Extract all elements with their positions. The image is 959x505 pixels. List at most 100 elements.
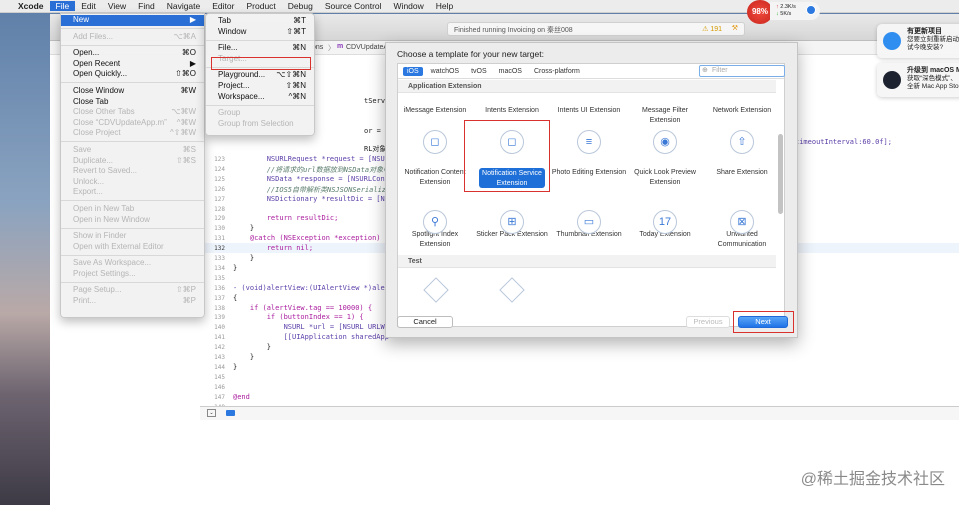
template-spotlight-index-extension[interactable]: Spotlight Index Extension ⚲: [397, 210, 473, 250]
dialog-title: Choose a template for your new target:: [397, 49, 544, 59]
menu-item-open-quickly[interactable]: Open Quickly... ⇧⌘O: [61, 69, 204, 80]
code-line: @end: [233, 392, 250, 401]
menu-item-open-in-new-window[interactable]: Open in New Window: [61, 215, 204, 226]
menu-item-new[interactable]: New ▶: [61, 15, 204, 26]
menu-xcode[interactable]: Xcode: [12, 1, 50, 11]
template-share-extension[interactable]: Share Extension⇧: [704, 168, 780, 188]
menu-item-file[interactable]: File... ⌘N: [206, 43, 314, 54]
menu-item-project-settings[interactable]: Project Settings...: [61, 269, 204, 280]
menu-item-label: Open with External Editor: [73, 241, 164, 251]
tab-macos[interactable]: macOS: [495, 67, 526, 76]
macos-icon: [883, 71, 901, 89]
template-photo-editing-extension[interactable]: Photo Editing Extension☰: [551, 168, 627, 188]
line-number: 139: [214, 314, 225, 322]
template-unwanted-communication[interactable]: Unwanted Communication ⊠: [704, 210, 780, 250]
menu-item-save-as-workspace[interactable]: Save As Workspace...: [61, 258, 204, 269]
template-today-extension[interactable]: Today Extension 17: [627, 210, 703, 250]
tab-ios[interactable]: iOS: [403, 66, 423, 76]
menu-item-label: Unlock...: [73, 176, 105, 186]
hide-debug-icon[interactable]: ⌄: [207, 409, 216, 417]
menu-edit[interactable]: Edit: [75, 1, 102, 11]
menu-source-control[interactable]: Source Control: [319, 1, 388, 11]
menu-item-playground[interactable]: Playground... ⌥⇧⌘N: [206, 70, 314, 81]
menu-window[interactable]: Window: [388, 1, 430, 11]
template-sticker-pack-extension[interactable]: Sticker Pack Extension ⊞: [474, 210, 550, 250]
menu-item-save[interactable]: Save ⌘S: [61, 145, 204, 156]
notification-update[interactable]: 有更新项目 您要立刻重新启动 试今晚安装?: [877, 24, 959, 58]
cancel-button[interactable]: Cancel: [397, 316, 453, 328]
menu-item-label: Revert to Saved...: [73, 166, 138, 176]
menu-item-label: Close Tab: [73, 96, 109, 106]
template-label: Share Extension: [716, 169, 768, 176]
tab-cross-platform[interactable]: Cross-platform: [530, 67, 584, 76]
menu-item-close-other-tabs[interactable]: Close Other Tabs ⌥⌘W: [61, 107, 204, 118]
template-intents-ui-extension[interactable]: Intents UI Extension ≡: [551, 106, 627, 158]
code-line: NSURLRequest *request = [NSUR: [233, 155, 389, 163]
menu-item-label: Project Settings...: [73, 268, 136, 278]
menu-item-open-in-new-tab[interactable]: Open in New Tab: [61, 204, 204, 215]
warning-count[interactable]: ⚠ 191: [702, 25, 722, 33]
menu-item-close-window[interactable]: Close Window ⌘W: [61, 86, 204, 97]
scrollbar[interactable]: [778, 134, 783, 214]
menu-product[interactable]: Product: [240, 1, 281, 11]
menu-item-close-project[interactable]: Close Project ^⇧⌘W: [61, 128, 204, 139]
tab-watchos[interactable]: watchOS: [427, 67, 463, 76]
highlight-box: [464, 120, 550, 192]
menu-help[interactable]: Help: [430, 1, 459, 11]
menu-item-export[interactable]: Export...: [61, 187, 204, 198]
menu-item-tab[interactable]: Tab ⌘T: [206, 16, 314, 27]
template-quick-look-preview-extension[interactable]: Quick Look Preview Extension◉: [627, 168, 703, 188]
code-line: }: [233, 263, 238, 272]
app-store-icon: [883, 32, 901, 50]
template-network-extension[interactable]: Network Extension ⇧: [704, 106, 780, 158]
ui-test-icon[interactable]: [423, 277, 449, 303]
template-thumbnail-extension[interactable]: Thumbnail Extension ▭: [551, 210, 627, 250]
menu-item-shortcut: ⌘P: [182, 296, 196, 306]
menu-item-print[interactable]: Print... ⌘P: [61, 296, 204, 307]
menu-item-workspace[interactable]: Workspace... ^⌘N: [206, 92, 314, 103]
menu-item-duplicate[interactable]: Duplicate... ⇧⌘S: [61, 156, 204, 167]
menu-item-close-tab[interactable]: Close Tab: [61, 97, 204, 108]
line-number: 144: [214, 363, 225, 371]
accelerator-icon[interactable]: [806, 5, 816, 15]
menu-item-label: Project...: [218, 80, 250, 90]
activity-status: Finished running Invoicing on 秦丝008 ⚠ 19…: [447, 22, 745, 36]
template-imessage-extension[interactable]: iMessage Extension ◻: [397, 106, 473, 158]
menu-debug[interactable]: Debug: [282, 1, 319, 11]
menu-item-shortcut: ⇧⌘S: [175, 155, 196, 165]
menu-item-open[interactable]: Open... ⌘O: [61, 48, 204, 59]
menu-item-label: Save As Workspace...: [73, 258, 152, 268]
section-header: Application Extension: [398, 80, 776, 93]
menu-item-add-files[interactable]: Add Files... ⌥⌘A: [61, 32, 204, 43]
menu-item-open-with-external-editor[interactable]: Open with External Editor: [61, 242, 204, 253]
menu-item-open-recent[interactable]: Open Recent ▶: [61, 59, 204, 70]
line-number: 126: [214, 185, 225, 193]
menu-item-window[interactable]: Window ⇧⌘T: [206, 27, 314, 38]
menu-view[interactable]: View: [102, 1, 132, 11]
menu-item-group[interactable]: Group: [206, 108, 314, 119]
menu-item-project[interactable]: Project... ⇧⌘N: [206, 81, 314, 92]
previous-button[interactable]: Previous: [686, 316, 730, 328]
menu-item-group-from-selection[interactable]: Group from Selection: [206, 119, 314, 130]
tab-tvos[interactable]: tvOS: [467, 67, 491, 76]
unit-test-icon[interactable]: [499, 277, 525, 303]
menu-item-close-cdvupdateapp-m[interactable]: Close “CDVUpdateApp.m” ^⌘W: [61, 118, 204, 129]
breakpoint-icon[interactable]: [226, 410, 235, 416]
notification-macos-upgrade[interactable]: 升级到 macOS M 获取“深色模式”、 全新 Mac App Sto: [877, 63, 959, 97]
menu-navigate[interactable]: Navigate: [161, 1, 207, 11]
menu-item-page-setup[interactable]: Page Setup... ⇧⌘P: [61, 285, 204, 296]
menu-item-unlock[interactable]: Unlock...: [61, 177, 204, 188]
menu-find[interactable]: Find: [132, 1, 161, 11]
template-message-filter-extension[interactable]: Message Filter Extension ◉: [627, 106, 703, 158]
line-number: 128: [214, 205, 225, 213]
menu-item-shortcut: ⇧⌘P: [175, 285, 196, 295]
filter-input[interactable]: Filter: [699, 65, 785, 77]
line-number: 142: [214, 344, 225, 352]
menu-item-shortcut: ⌥⇧⌘N: [276, 70, 306, 80]
menu-item-show-in-finder[interactable]: Show in Finder: [61, 231, 204, 242]
menu-item-revert-to-saved[interactable]: Revert to Saved...: [61, 166, 204, 177]
template-notification-content-extension[interactable]: Notification Content Extension◻: [397, 168, 473, 188]
menu-editor[interactable]: Editor: [206, 1, 240, 11]
menu-file[interactable]: File: [49, 1, 76, 11]
template-label: Notification Content Extension: [404, 169, 466, 186]
